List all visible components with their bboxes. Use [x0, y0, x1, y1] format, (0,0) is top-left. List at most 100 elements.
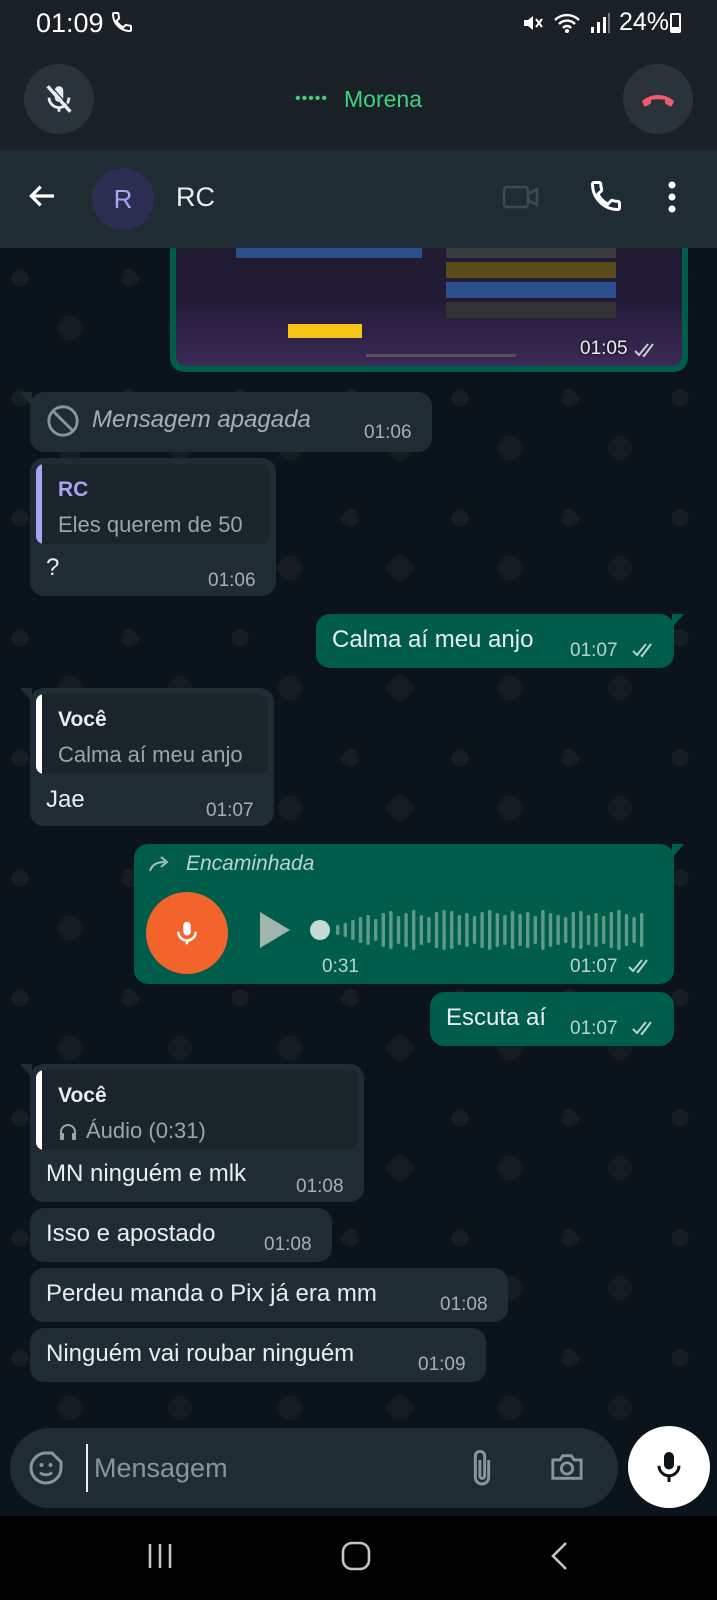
message-time: 01:07: [570, 956, 618, 977]
call-contact[interactable]: ••••• Morena: [0, 86, 717, 113]
message-time: 01:06: [208, 570, 256, 591]
attach-icon[interactable]: [466, 1448, 498, 1493]
waveform-bar: [351, 920, 355, 940]
message-text: Perdeu manda o Pix já era mm: [46, 1280, 377, 1307]
waveform-bar: [412, 910, 416, 950]
waveform-bar: [541, 910, 545, 950]
waveform-bar: [472, 916, 477, 944]
double-check-icon: [628, 959, 648, 974]
status-time: 01:09: [36, 8, 104, 38]
call-contact-name: Morena: [344, 86, 422, 112]
home-icon[interactable]: [340, 1540, 372, 1577]
status-icons: 24%: [521, 8, 669, 37]
waveform-bar: [419, 915, 423, 945]
hang-up-button[interactable]: [623, 64, 693, 134]
quote-bar: [36, 1070, 42, 1150]
waveform-bar: [602, 916, 606, 944]
mute-icon: [523, 15, 543, 30]
headphones-icon: [60, 1124, 76, 1140]
forwarded-icon: [149, 856, 169, 872]
message-time: 01:09: [418, 1354, 466, 1375]
message-composer: [0, 1420, 717, 1516]
battery-icon: [670, 13, 681, 33]
waveform-bar: [526, 912, 530, 948]
waveform-bar: [533, 916, 537, 944]
deleted-text: Mensagem apagada: [92, 406, 311, 433]
waveform-bar: [374, 919, 378, 941]
incoming-message[interactable]: Você Áudio (0:31) MN ninguém e mlk 01:08: [20, 1064, 364, 1202]
message-time: 01:07: [570, 640, 618, 661]
incoming-message[interactable]: RC Eles querem de 50 ? 01:06: [30, 458, 276, 596]
avatar[interactable]: R: [92, 168, 154, 230]
message-text: Calma aí meu anjo: [332, 626, 534, 653]
message-text: Isso e apostado: [46, 1220, 216, 1247]
quoted-reply[interactable]: Você Áudio (0:31): [36, 1070, 358, 1150]
ongoing-call-bar[interactable]: ••••• Morena: [0, 48, 717, 150]
waveform-bar: [624, 914, 629, 946]
audio-waveform[interactable]: [310, 908, 656, 952]
image-message[interactable]: 01:05: [170, 248, 688, 372]
waveform-bar: [594, 913, 598, 947]
game-bottom-bar: [366, 354, 516, 357]
scoreboard-row: [446, 248, 616, 258]
message-time: 01:07: [570, 1018, 618, 1039]
record-voice-button[interactable]: [628, 1426, 710, 1508]
waveform-bar: [564, 917, 568, 943]
waveform-bar: [396, 916, 401, 944]
status-bar: 01:09 24%: [0, 0, 717, 48]
chat-title[interactable]: RC: [176, 182, 215, 213]
deleted-message[interactable]: Mensagem apagada 01:06: [20, 392, 432, 452]
bubble-tail: [672, 844, 684, 858]
waveform-bar: [556, 915, 560, 945]
recent-apps-icon[interactable]: [146, 1542, 174, 1575]
back-nav-icon[interactable]: [548, 1540, 570, 1577]
waveform-bar: [495, 913, 499, 947]
incoming-message[interactable]: Você Calma aí meu anjo Jae 01:07: [20, 688, 274, 826]
waveform-bar: [548, 913, 553, 947]
bubble-tail: [672, 614, 684, 628]
back-arrow-icon[interactable]: [26, 180, 58, 217]
call-status-dots: •••••: [295, 90, 329, 107]
forwarded-voice-message[interactable]: Encaminhada 0:31 01:07: [134, 844, 684, 984]
message-text: MN ninguém e mlk: [46, 1160, 247, 1187]
message-text: Jae: [46, 786, 85, 813]
waveform-bar: [450, 911, 454, 949]
camera-icon[interactable]: [548, 1450, 586, 1489]
video-call-icon[interactable]: [502, 180, 540, 219]
incoming-message[interactable]: Isso e apostado 01:08: [30, 1208, 332, 1262]
message-time: 01:06: [364, 422, 412, 443]
emoji-sticker-icon[interactable]: [28, 1450, 64, 1491]
bubble-tail: [20, 392, 32, 406]
waveform-bar: [640, 913, 644, 947]
double-check-icon: [632, 643, 652, 658]
quoted-reply[interactable]: RC Eles querem de 50: [36, 464, 270, 544]
message-text: Escuta aí: [446, 1004, 547, 1031]
scoreboard-row: [446, 262, 616, 278]
waveform-bar: [609, 912, 613, 948]
avatar-letter: R: [113, 183, 133, 214]
waveform-bar: [404, 913, 408, 947]
play-icon[interactable]: [256, 910, 292, 950]
hang-up-icon: [642, 95, 674, 107]
quote-text: Áudio (0:31): [86, 1118, 206, 1143]
waveform-bar: [510, 911, 515, 949]
message-input[interactable]: [86, 1444, 446, 1492]
outgoing-message[interactable]: Escuta aí 01:07: [430, 992, 674, 1046]
incoming-message[interactable]: Ninguém vai roubar ninguém 01:09: [30, 1328, 486, 1382]
message-time: 01:07: [206, 800, 254, 821]
waveform-bar: [571, 912, 575, 948]
quote-author: Você: [58, 1084, 107, 1107]
voice-call-icon[interactable]: [588, 178, 624, 219]
playback-position-dot[interactable]: [310, 920, 330, 940]
champion-badge: [288, 324, 362, 338]
message-time: 01:05: [580, 338, 628, 359]
chat-messages-area[interactable]: 01:05 Mensagem apagada 01:06 RC Eles que…: [0, 248, 717, 1420]
wifi-icon: [554, 13, 580, 33]
quoted-reply[interactable]: Você Calma aí meu anjo: [36, 694, 268, 774]
more-options-icon[interactable]: [668, 180, 676, 219]
incoming-message[interactable]: Perdeu manda o Pix já era mm 01:08: [30, 1268, 508, 1322]
outgoing-message[interactable]: Calma aí meu anjo 01:07: [316, 614, 684, 668]
waveform-bar: [579, 911, 583, 949]
scoreboard-row: [446, 282, 616, 298]
waveform-bar: [488, 910, 492, 950]
